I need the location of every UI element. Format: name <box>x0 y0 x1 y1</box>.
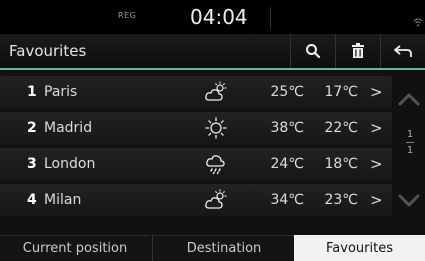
item-number: 2 <box>27 120 37 136</box>
list-item[interactable]: 2 Madrid 38℃ 22℃ > <box>0 112 392 145</box>
search-icon <box>306 44 321 59</box>
status-time: 04:04 <box>190 5 248 29</box>
page-current: 1 <box>406 129 414 140</box>
chevron-right-icon: > <box>370 119 383 137</box>
low-temp: 17℃ <box>324 84 358 100</box>
trash-icon <box>352 43 364 58</box>
partly-cloudy-icon <box>205 81 227 101</box>
city-name: Milan <box>44 192 82 208</box>
rain-icon <box>206 155 225 175</box>
city-name: London <box>44 156 96 172</box>
search-button[interactable] <box>290 34 335 68</box>
item-number: 3 <box>27 156 37 172</box>
status-reg: REG <box>118 11 137 20</box>
high-temp: 25℃ <box>270 84 304 100</box>
item-number: 1 <box>27 84 37 100</box>
sunny-icon <box>205 117 227 139</box>
bottom-tabs: Current position Destination Favourites <box>0 235 425 261</box>
status-bar: REG 04:04 <box>0 0 425 34</box>
page-indicator: 1 1 <box>402 129 418 156</box>
high-temp: 24℃ <box>270 156 304 172</box>
list-item[interactable]: 3 London 24℃ 18℃ > <box>0 148 392 181</box>
low-temp: 23℃ <box>324 192 358 208</box>
chevron-right-icon: > <box>370 155 383 173</box>
low-temp: 22℃ <box>324 120 358 136</box>
page-divider <box>406 142 414 143</box>
low-temp: 18℃ <box>324 156 358 172</box>
wifi-icon <box>413 18 423 27</box>
delete-button[interactable] <box>335 34 380 68</box>
scroll-down-button[interactable] <box>396 188 422 212</box>
chevron-right-icon: > <box>370 191 383 209</box>
item-number: 4 <box>27 192 37 208</box>
chevron-right-icon: > <box>370 83 383 101</box>
page-title: Favourites <box>9 42 87 60</box>
page-total: 1 <box>406 145 414 156</box>
city-name: Madrid <box>44 120 93 136</box>
partly-cloudy-icon <box>205 189 227 209</box>
high-temp: 34℃ <box>270 192 304 208</box>
header-bar: Favourites <box>0 34 425 70</box>
list-item[interactable]: 1 Paris 25℃ 17℃ > <box>0 76 392 109</box>
status-divider <box>270 7 271 29</box>
city-name: Paris <box>44 84 78 100</box>
tab-destination[interactable]: Destination <box>152 235 295 261</box>
tab-current-position[interactable]: Current position <box>0 235 150 261</box>
back-button[interactable] <box>380 34 425 68</box>
scroll-up-button[interactable] <box>396 88 422 112</box>
back-arrow-icon <box>394 45 412 57</box>
list-item[interactable]: 4 Milan 34℃ 23℃ > <box>0 184 392 217</box>
high-temp: 38℃ <box>270 120 304 136</box>
tab-favourites[interactable]: Favourites <box>294 235 425 261</box>
